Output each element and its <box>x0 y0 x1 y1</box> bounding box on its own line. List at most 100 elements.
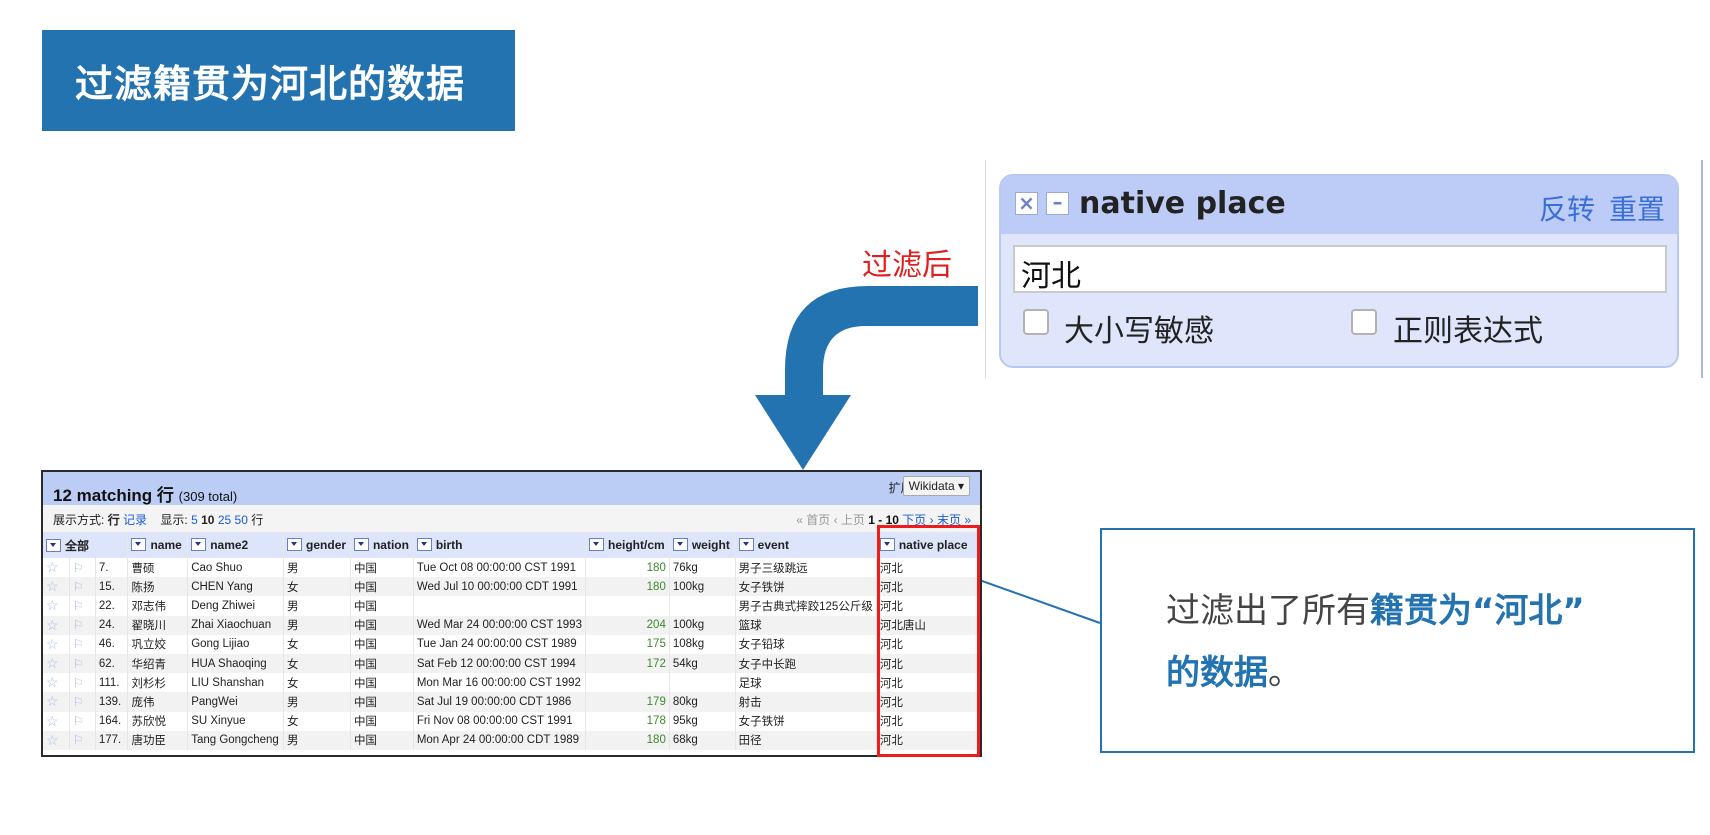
cell-nation[interactable]: 中国 <box>350 634 414 654</box>
cell-birth[interactable]: Mon Mar 16 00:00:00 CST 1992 <box>413 673 586 693</box>
star-icon[interactable]: ☆ <box>43 673 70 693</box>
cell-gender[interactable]: 男 <box>283 596 351 616</box>
cell-weight[interactable]: 80kg <box>669 692 736 712</box>
cell-name2[interactable]: SU Xinyue <box>187 711 285 731</box>
star-icon[interactable]: ☆ <box>43 577 70 597</box>
cell-event[interactable]: 女子中长跑 <box>735 653 877 674</box>
cell-nation[interactable]: 中国 <box>350 730 414 750</box>
star-icon[interactable]: ☆ <box>43 615 70 635</box>
flag-icon[interactable]: ⚐ <box>69 615 96 635</box>
cell-weight[interactable]: 95kg <box>669 711 736 731</box>
dropdown-icon[interactable] <box>287 538 303 552</box>
cell-height[interactable] <box>585 673 670 693</box>
dropdown-icon[interactable] <box>191 538 207 552</box>
flag-icon[interactable]: ⚐ <box>69 653 96 674</box>
cell-birth[interactable] <box>413 596 586 616</box>
cell-gender[interactable]: 女 <box>283 673 351 693</box>
cell-birth[interactable]: Fri Nov 08 00:00:00 CST 1991 <box>413 711 586 731</box>
flag-icon[interactable]: ⚐ <box>69 673 96 693</box>
cell-weight[interactable] <box>669 596 736 616</box>
case-sensitive-checkbox[interactable] <box>1023 309 1049 335</box>
cell-event[interactable]: 男子古典式摔跤125公斤级 <box>735 596 877 616</box>
dropdown-icon[interactable] <box>416 538 432 552</box>
cell-birth[interactable]: Tue Oct 08 00:00:00 CST 1991 <box>413 558 586 578</box>
dropdown-icon[interactable] <box>46 538 61 552</box>
cell-weight[interactable]: 76kg <box>669 558 736 578</box>
flag-icon[interactable]: ⚐ <box>69 730 96 750</box>
star-icon[interactable]: ☆ <box>43 730 70 750</box>
dropdown-icon[interactable] <box>738 538 754 552</box>
close-icon[interactable]: × <box>1015 192 1038 215</box>
cell-nation[interactable]: 中国 <box>350 673 414 693</box>
show-rows-option[interactable]: 行 <box>108 513 120 527</box>
cell-event[interactable]: 男子三级跳远 <box>735 558 877 578</box>
star-icon[interactable]: ☆ <box>43 692 70 712</box>
cell-name[interactable]: 巩立姣 <box>127 634 189 654</box>
cell-name2[interactable]: Deng Zhiwei <box>187 596 285 616</box>
cell-gender[interactable]: 女 <box>283 711 351 731</box>
cell-weight[interactable]: 68kg <box>669 730 736 750</box>
flag-icon[interactable]: ⚐ <box>69 692 96 712</box>
col-all[interactable]: 全部 <box>43 532 129 558</box>
cell-name[interactable]: 陈扬 <box>127 577 189 597</box>
cell-event[interactable]: 篮球 <box>735 615 877 635</box>
cell-name[interactable]: 华绍青 <box>127 653 189 674</box>
cell-name2[interactable]: Tang Gongcheng <box>187 730 285 750</box>
cell-event[interactable]: 女子铁饼 <box>735 577 877 597</box>
cell-name[interactable]: 庞伟 <box>127 692 189 712</box>
cell-name[interactable]: 曹硕 <box>127 558 189 578</box>
cell-weight[interactable]: 100kg <box>669 615 736 635</box>
page-size-5[interactable]: 5 <box>191 513 198 527</box>
col-name2[interactable]: name2 <box>187 532 285 558</box>
cell-gender[interactable]: 女 <box>283 653 351 674</box>
dropdown-icon[interactable] <box>672 538 688 552</box>
cell-nation[interactable]: 中国 <box>350 558 414 578</box>
cell-height[interactable]: 204 <box>585 615 670 635</box>
cell-name[interactable]: 刘杉杉 <box>127 673 189 693</box>
cell-birth[interactable]: Wed Mar 24 00:00:00 CST 1993 <box>413 615 586 635</box>
cell-event[interactable]: 足球 <box>735 673 877 693</box>
cell-gender[interactable]: 男 <box>283 615 351 635</box>
star-icon[interactable]: ☆ <box>43 634 70 654</box>
page-size-50[interactable]: 50 <box>235 513 248 527</box>
cell-height[interactable]: 180 <box>585 730 670 750</box>
cell-nation[interactable]: 中国 <box>350 577 414 597</box>
show-records-link[interactable]: 记录 <box>123 513 147 527</box>
cell-nation[interactable]: 中国 <box>350 615 414 635</box>
cell-name[interactable]: 苏欣悦 <box>127 711 189 731</box>
cell-height[interactable]: 178 <box>585 711 670 731</box>
reset-link[interactable]: 重置 <box>1609 188 1665 228</box>
cell-nation[interactable]: 中国 <box>350 596 414 616</box>
cell-event[interactable]: 女子铅球 <box>735 634 877 654</box>
cell-nation[interactable]: 中国 <box>350 692 414 712</box>
cell-gender[interactable]: 男 <box>283 558 351 578</box>
invert-link[interactable]: 反转 <box>1539 188 1595 228</box>
cell-event[interactable]: 射击 <box>735 692 877 712</box>
cell-birth[interactable]: Tue Jan 24 00:00:00 CST 1989 <box>413 634 586 654</box>
wikidata-button[interactable]: Wikidata ▾ <box>902 476 970 496</box>
cell-name[interactable]: 邓志伟 <box>127 596 189 616</box>
page-size-10[interactable]: 10 <box>201 513 214 527</box>
cell-name2[interactable]: Zhai Xiaochuan <box>187 615 285 635</box>
minimize-icon[interactable]: – <box>1046 192 1069 215</box>
flag-icon[interactable]: ⚐ <box>69 577 96 597</box>
cell-name2[interactable]: PangWei <box>187 692 285 712</box>
col-weight[interactable]: weight <box>669 532 736 558</box>
cell-event[interactable]: 女子铁饼 <box>735 711 877 731</box>
dropdown-icon[interactable] <box>131 538 147 552</box>
cell-birth[interactable]: Mon Apr 24 00:00:00 CDT 1989 <box>413 730 586 750</box>
cell-gender[interactable]: 女 <box>283 577 351 597</box>
star-icon[interactable]: ☆ <box>43 558 70 578</box>
col-birth[interactable]: birth <box>413 532 586 558</box>
regex-checkbox[interactable] <box>1351 309 1377 335</box>
col-event[interactable]: event <box>735 532 877 558</box>
flag-icon[interactable]: ⚐ <box>69 634 96 654</box>
cell-birth[interactable]: Wed Jul 10 00:00:00 CDT 1991 <box>413 577 586 597</box>
col-height[interactable]: height/cm <box>585 532 670 558</box>
cell-weight[interactable]: 100kg <box>669 577 736 597</box>
dropdown-icon[interactable] <box>353 538 369 552</box>
flag-icon[interactable]: ⚐ <box>69 596 96 616</box>
cell-height[interactable]: 175 <box>585 634 670 654</box>
col-gender[interactable]: gender <box>283 532 351 558</box>
flag-icon[interactable]: ⚐ <box>69 558 96 578</box>
